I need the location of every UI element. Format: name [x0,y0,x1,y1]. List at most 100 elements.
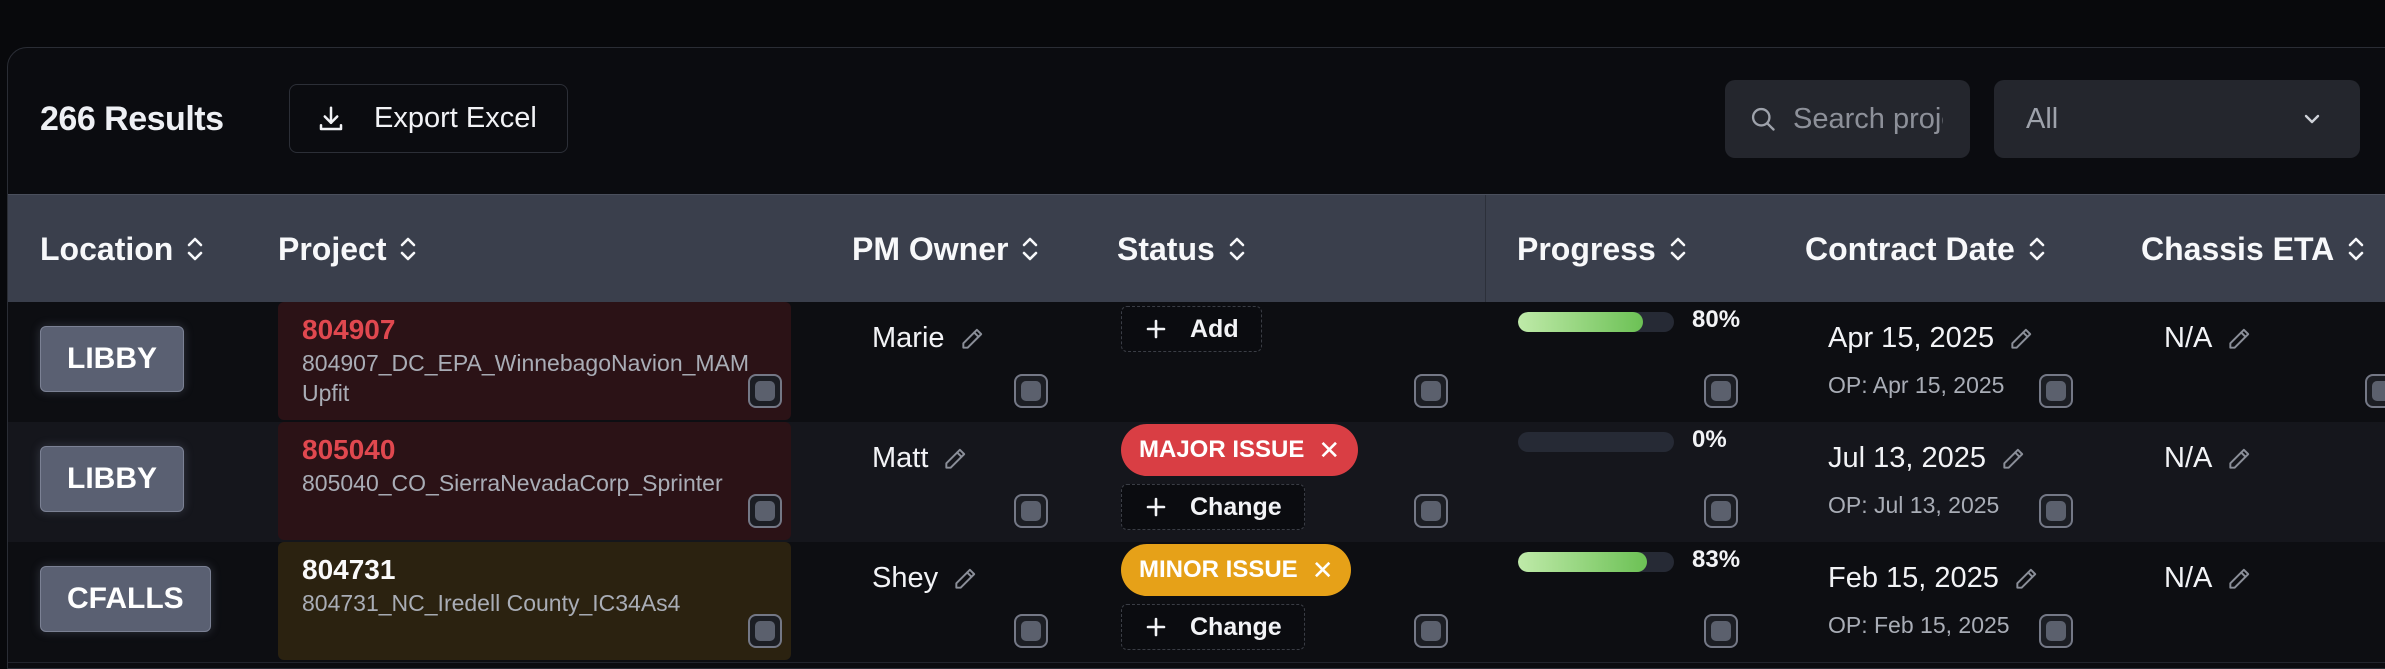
sort-icon [1229,237,1245,261]
pencil-icon[interactable] [942,446,968,472]
status-change-button[interactable]: Change [1121,484,1305,530]
column-header-label: PM Owner [852,230,1009,267]
column-header-project[interactable]: Project [278,195,418,303]
column-header-progress[interactable]: Progress [1517,195,1688,303]
pm-owner-name: Shey [872,562,939,594]
contract-date-checkbox[interactable] [2039,494,2073,528]
pencil-icon[interactable] [2226,326,2252,352]
sort-icon [401,237,416,261]
progress-bar [1518,312,1674,332]
status-badge-major-issue: MAJOR ISSUE ✕ [1121,424,1359,476]
filter-select[interactable]: All [1994,80,2360,158]
column-header-status[interactable]: Status [1117,195,1247,303]
project-name: 804907_DC_EPA_WinnebagoNavion_MAM Upfit [302,350,750,406]
column-header-label: Project [278,230,387,267]
status-checkbox[interactable] [1414,374,1448,408]
project-checkbox[interactable] [748,374,782,408]
progress-label: 83% [1692,546,1741,573]
contract-date-cell: Apr 15, 2025 [1828,322,2034,355]
column-header-pm-owner[interactable]: PM Owner [852,195,1040,303]
project-number: 804731 [302,554,396,585]
contract-date-checkbox[interactable] [2039,374,2073,408]
column-header-label: Contract Date [1805,230,2015,267]
status-checkbox[interactable] [1414,494,1448,528]
status-button-label: Add [1190,314,1239,343]
pm-owner-checkbox[interactable] [1014,614,1048,648]
column-header-label: Location [40,230,174,267]
download-icon [319,106,343,130]
contract-date-cell: Feb 15, 2025 [1828,562,2039,595]
status-badge-label: MAJOR ISSUE [1139,436,1305,463]
chassis-eta: N/A [2164,562,2213,594]
status-add-button[interactable]: Add [1121,306,1262,352]
project-checkbox[interactable] [748,614,782,648]
export-excel-label: Export Excel [374,102,537,134]
pm-owner-name: Matt [872,442,929,474]
location-badge[interactable]: CFALLS [40,566,211,632]
column-header-location[interactable]: Location [40,195,205,303]
results-count: 266 Results [40,100,224,138]
search-input[interactable] [1791,101,1945,137]
plus-icon [1146,497,1166,517]
contract-date: Jul 13, 2025 [1828,442,1987,474]
column-header-chassis-eta[interactable]: Chassis ETA [2141,195,2366,303]
op-date: OP: Apr 15, 2025 [1828,372,2005,398]
progress-checkbox[interactable] [1704,494,1738,528]
pm-owner-cell: Shey [872,562,978,595]
project-name: 804731_NC_Iredell County_IC34As4 [302,590,681,616]
column-header-contract-date[interactable]: Contract Date [1805,195,2047,303]
search-box[interactable] [1725,80,1970,158]
chassis-eta: N/A [2164,442,2213,474]
chevron-down-icon [2304,114,2320,124]
status-change-button[interactable]: Change [1121,604,1305,650]
pm-owner-cell: Marie [872,322,985,355]
plus-icon [1146,319,1166,339]
table-row[interactable]: CFALLS 804731 804731_NC_Iredell County_I… [8,542,2385,663]
project-cell[interactable]: 805040 805040_CO_SierraNevadaCorp_Sprint… [278,422,791,540]
search-icon [1751,107,1775,131]
progress-checkbox[interactable] [1704,614,1738,648]
contract-date: Apr 15, 2025 [1828,322,1995,354]
status-checkbox[interactable] [1414,614,1448,648]
pencil-icon[interactable] [2226,566,2252,592]
pm-owner-cell: Matt [872,442,968,475]
sort-icon [1670,237,1686,261]
sort-icon [2029,237,2045,261]
status-button-label: Change [1190,492,1282,521]
pencil-icon[interactable] [2000,446,2026,472]
pm-owner-checkbox[interactable] [1014,494,1048,528]
progress-label: 0% [1692,426,1727,453]
pencil-icon[interactable] [2013,566,2039,592]
table-row[interactable]: LIBBY 804907 804907_DC_EPA_WinnebagoNavi… [8,302,2385,423]
chassis-eta-checkbox[interactable] [2365,374,2385,408]
pencil-icon[interactable] [2226,446,2252,472]
pencil-icon[interactable] [2008,326,2034,352]
project-name: 805040_CO_SierraNevadaCorp_Sprinter [302,470,723,496]
pencil-icon[interactable] [959,326,985,352]
progress-fill [1518,552,1648,572]
export-excel-button[interactable]: Export Excel [289,84,568,153]
pencil-icon[interactable] [952,566,978,592]
chassis-eta-cell: N/A [2164,442,2252,475]
sort-icon [2348,237,2364,261]
location-badge[interactable]: LIBBY [40,326,184,392]
column-divider [1485,195,1486,303]
pm-owner-checkbox[interactable] [1014,374,1048,408]
table-row[interactable]: LIBBY 805040 805040_CO_SierraNevadaCorp_… [8,422,2385,543]
table-header: Location Project PM Owner Status Progres… [8,194,2385,303]
x-icon[interactable]: ✕ [1312,555,1334,586]
x-icon[interactable]: ✕ [1318,435,1340,466]
sort-icon [188,237,203,261]
column-header-label: Progress [1517,230,1656,267]
contract-date-checkbox[interactable] [2039,614,2073,648]
op-date: OP: Jul 13, 2025 [1828,492,2000,518]
status-button-label: Change [1190,612,1282,641]
project-number: 805040 [302,434,396,465]
project-checkbox[interactable] [748,494,782,528]
progress-label: 80% [1692,306,1741,333]
project-cell[interactable]: 804731 804731_NC_Iredell County_IC34As4 [278,542,791,660]
location-badge[interactable]: LIBBY [40,446,184,512]
progress-checkbox[interactable] [1704,374,1738,408]
project-cell[interactable]: 804907 804907_DC_EPA_WinnebagoNavion_MAM… [278,302,791,420]
chassis-eta-cell: N/A [2164,322,2252,355]
